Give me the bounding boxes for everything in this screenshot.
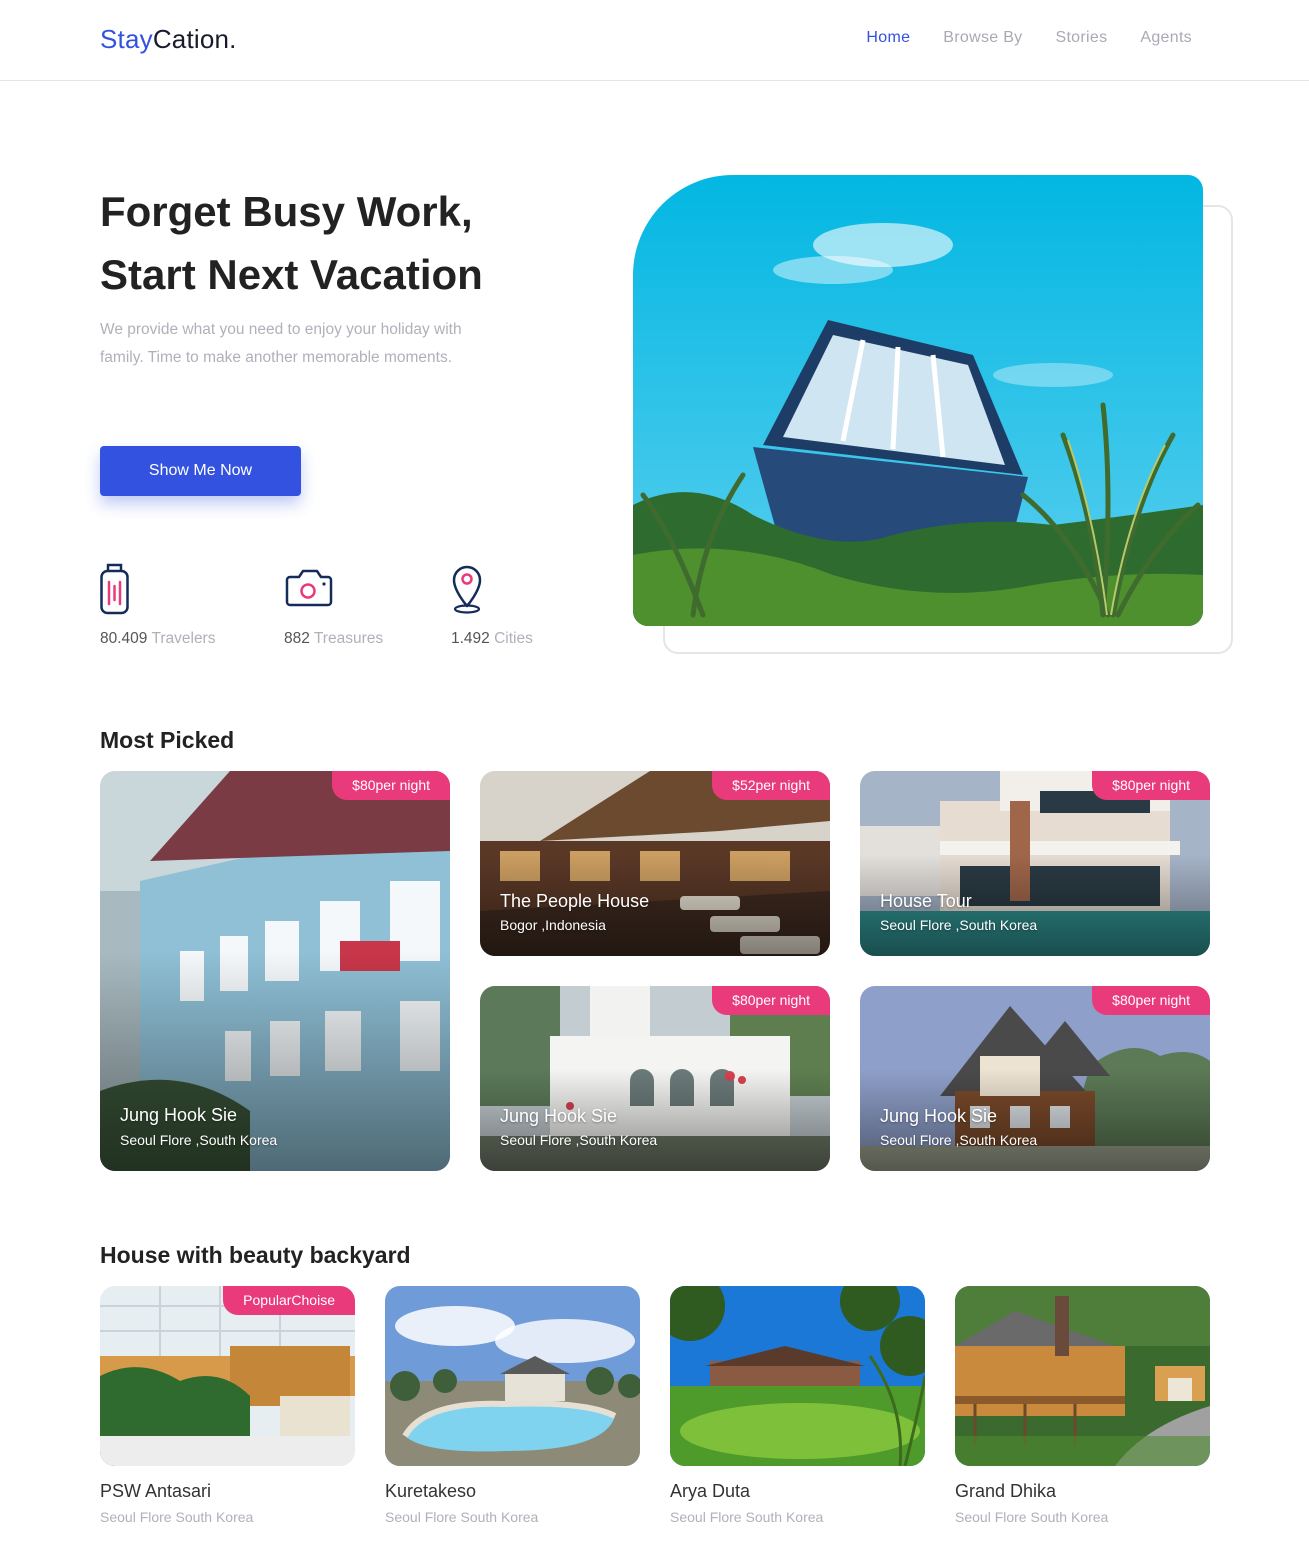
nav-browse-by[interactable]: Browse By: [943, 29, 1022, 47]
stat-value: 80.409: [100, 630, 148, 647]
nav-home[interactable]: Home: [866, 29, 910, 47]
price-badge: $80per night: [1092, 771, 1210, 800]
stat-unit: Cities: [494, 630, 533, 647]
stat-travelers: 80.409 Travelers: [100, 562, 215, 647]
stat-value: 882: [284, 630, 310, 647]
backyard-card[interactable]: [955, 1286, 1210, 1466]
stat-unit: Treasures: [313, 630, 384, 647]
hero-image: [633, 175, 1203, 626]
property-location: Bogor ,Indonesia: [500, 917, 606, 933]
stat-travelers-text: 80.409 Travelers: [100, 630, 215, 648]
brand-part-1: Stay: [100, 24, 153, 54]
property-location: Seoul Flore ,South Korea: [500, 1132, 658, 1148]
property-name[interactable]: Kuretakeso: [385, 1481, 476, 1502]
property-location: Seoul Flore ,South Korea: [880, 1132, 1038, 1148]
camera-icon: [285, 569, 333, 607]
backyard-card[interactable]: [385, 1286, 640, 1466]
price-badge: $80per night: [712, 986, 830, 1015]
luggage-icon: [100, 563, 129, 615]
backyard-card[interactable]: PopularChoise: [100, 1286, 355, 1466]
site-header: StayCation. Home Browse By Stories Agent…: [0, 0, 1309, 81]
location-pin-icon: [452, 565, 482, 614]
property-location: Seoul Flore South Korea: [385, 1509, 539, 1525]
stat-treasures: 882 Treasures: [284, 562, 383, 647]
price-badge: $80per night: [1092, 986, 1210, 1015]
stat-treasures-text: 882 Treasures: [284, 630, 383, 648]
backyard-card[interactable]: [670, 1286, 925, 1466]
property-location: Seoul Flore South Korea: [955, 1509, 1109, 1525]
property-name: The People House: [500, 891, 650, 911]
stat-cities-text: 1.492 Cities: [451, 630, 533, 648]
most-picked-card[interactable]: $80per night Jung Hook Sie Seoul Flore ,…: [480, 986, 830, 1171]
property-name: House Tour: [880, 891, 972, 911]
most-picked-card[interactable]: $80per night House Tour Seoul Flore ,Sou…: [860, 771, 1210, 956]
brand-logo[interactable]: StayCation.: [100, 24, 237, 55]
property-image: [955, 1286, 1210, 1466]
stat-value: 1.492: [451, 630, 490, 647]
nav-stories[interactable]: Stories: [1055, 29, 1107, 47]
hero-title: Forget Busy Work, Start Next Vacation: [100, 180, 483, 306]
most-picked-card[interactable]: $80per night Jung Hook Sie Seoul Flore ,…: [100, 771, 450, 1171]
property-location: Seoul Flore South Korea: [670, 1509, 824, 1525]
property-name[interactable]: Grand Dhika: [955, 1481, 1056, 1502]
nav-agents[interactable]: Agents: [1140, 29, 1192, 47]
hero-title-line-1: Forget Busy Work,: [100, 188, 473, 235]
property-name: Jung Hook Sie: [880, 1106, 998, 1126]
stat-unit: Travelers: [151, 630, 216, 647]
most-picked-card[interactable]: $80per night Jung Hook Sie Seoul Flore ,…: [860, 986, 1210, 1171]
stat-cities: 1.492 Cities: [451, 562, 533, 647]
property-location: Seoul Flore ,South Korea: [120, 1132, 278, 1148]
show-me-now-button[interactable]: Show Me Now: [100, 446, 301, 496]
property-name[interactable]: PSW Antasari: [100, 1481, 211, 1502]
property-name: Jung Hook Sie: [500, 1106, 618, 1126]
property-image: [670, 1286, 925, 1466]
property-name[interactable]: Arya Duta: [670, 1481, 750, 1502]
hero-description: We provide what you need to enjoy your h…: [100, 321, 462, 366]
main-nav: Home Browse By Stories Agents: [866, 29, 1192, 47]
most-picked-title: Most Picked: [100, 727, 235, 753]
most-picked-card[interactable]: $52per night The People House Bogor ,Ind…: [480, 771, 830, 956]
hero-title-line-2: Start Next Vacation: [100, 251, 483, 298]
property-location: Seoul Flore ,South Korea: [880, 917, 1038, 933]
property-location: Seoul Flore South Korea: [100, 1509, 254, 1525]
brand-part-2: Cation.: [152, 24, 237, 54]
property-name: Jung Hook Sie: [120, 1105, 238, 1125]
price-badge: $80per night: [332, 771, 450, 800]
property-image: [385, 1286, 640, 1466]
price-badge: $52per night: [712, 771, 830, 800]
popular-choice-badge: PopularChoise: [223, 1286, 355, 1315]
backyard-title: House with beauty backyard: [100, 1242, 411, 1268]
